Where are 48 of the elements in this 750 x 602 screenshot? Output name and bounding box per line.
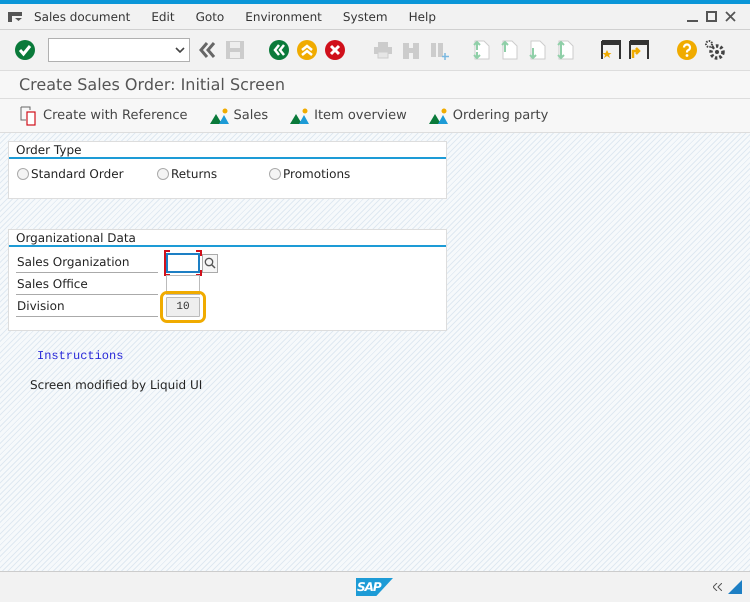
radio-button[interactable]	[17, 168, 29, 180]
radio-option[interactable]: Returns	[157, 165, 269, 183]
double-chevron-left-icon[interactable]	[713, 583, 722, 591]
mountain-people-icon	[290, 106, 310, 124]
mountain-people-icon	[428, 106, 449, 124]
toolbar-button[interactable]: Item overview	[290, 106, 407, 126]
radio-button[interactable]	[157, 168, 169, 180]
resize-grip-icon[interactable]	[728, 580, 742, 594]
radio-option[interactable]: Promotions	[269, 165, 350, 183]
mountain-people-icon	[210, 106, 230, 124]
command-field[interactable]	[48, 38, 190, 62]
menu-item[interactable]: Help	[408, 8, 436, 26]
toolbar-button[interactable]: Ordering party	[428, 106, 548, 126]
search-help-button[interactable]	[202, 254, 218, 272]
back-icon[interactable]	[268, 39, 290, 61]
menu-item[interactable]: Edit	[151, 8, 175, 26]
field-label: Division	[16, 297, 158, 317]
search-icon	[204, 257, 216, 269]
maximize-icon[interactable]	[706, 11, 717, 22]
toolbar-button[interactable]: Sales	[210, 106, 268, 126]
logo: SAP	[356, 578, 393, 596]
input-field[interactable]	[166, 275, 200, 295]
window-star-icon[interactable]	[600, 39, 622, 61]
menu-icon[interactable]	[8, 10, 24, 22]
note-text: Screen modified by Liquid UI	[30, 378, 202, 392]
menu-item[interactable]: System	[342, 8, 388, 26]
close-icon[interactable]	[725, 11, 736, 22]
cancel-icon[interactable]	[324, 39, 346, 61]
group-title: Organizational Data	[16, 230, 136, 246]
radio-button[interactable]	[269, 168, 281, 180]
window-arrow-icon[interactable]	[628, 39, 650, 61]
menu-item[interactable]: Sales document	[34, 8, 130, 26]
field-label: Sales Office	[16, 275, 158, 295]
menu-item[interactable]: Environment	[245, 8, 322, 26]
group-title: Order Type	[16, 142, 82, 158]
settings-icon[interactable]	[704, 39, 726, 61]
double-chevron-left-icon[interactable]	[196, 39, 218, 61]
help-icon[interactable]	[676, 39, 698, 61]
dropdown-caret-icon	[175, 47, 185, 53]
up-chevron-icon[interactable]	[296, 39, 318, 61]
instructions-link[interactable]: Instructions	[37, 349, 124, 363]
menu-item[interactable]: Goto	[196, 8, 224, 26]
toolbar-button[interactable]: Create with Reference	[19, 106, 188, 126]
field-label: Sales Organization	[16, 253, 158, 273]
input-field[interactable]	[166, 253, 200, 273]
radio-option[interactable]: Standard Order	[17, 165, 157, 183]
screen-title: Create Sales Order: Initial Screen	[19, 74, 285, 96]
checkmark-icon[interactable]	[14, 39, 36, 61]
